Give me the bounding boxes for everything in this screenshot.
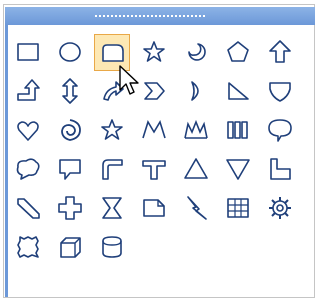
rounded-rectangle-icon xyxy=(102,44,124,62)
shape-bent-up-arrow-button[interactable] xyxy=(10,73,46,110)
table-grid-icon xyxy=(227,198,249,218)
shape-t-shape-button[interactable] xyxy=(136,151,172,188)
shape-corner-shape-button[interactable] xyxy=(94,151,130,188)
shape-zigzag-m-button[interactable] xyxy=(136,112,172,149)
corner-shape-icon xyxy=(102,159,123,180)
shape-hourglass-button[interactable] xyxy=(94,190,130,227)
shape-up-arrow-button[interactable] xyxy=(262,34,298,71)
shape-zigzag-double-button[interactable] xyxy=(178,112,214,149)
shape-ellipse-button[interactable] xyxy=(52,34,88,71)
mouse-pointer-icon xyxy=(119,65,139,95)
drag-grip-icon[interactable] xyxy=(95,15,205,17)
shape-up-down-arrow-button[interactable] xyxy=(52,73,88,110)
pentagon-icon xyxy=(227,41,249,62)
up-down-arrow-icon xyxy=(62,78,78,104)
shape-cube-button[interactable] xyxy=(52,229,88,266)
shape-folded-corner-button[interactable] xyxy=(136,190,172,227)
cylinder-icon xyxy=(102,236,122,258)
heart-icon xyxy=(17,121,39,141)
triangle-corner-icon xyxy=(228,82,249,100)
shape-diagonal-slash-button[interactable] xyxy=(10,190,46,227)
shape-rectangle-button[interactable] xyxy=(10,34,46,71)
speech-bubble-rect-icon xyxy=(59,159,81,180)
shape-lightning-button[interactable] xyxy=(178,190,214,227)
shape-gear-button[interactable] xyxy=(262,190,298,227)
gear-icon xyxy=(269,197,291,219)
lightning-icon xyxy=(187,196,207,220)
folded-corner-icon xyxy=(143,199,165,217)
shape-speech-bubble-oval-button[interactable] xyxy=(262,112,298,149)
star-5-icon xyxy=(143,41,165,62)
shape-l-shape-button[interactable] xyxy=(262,151,298,188)
shape-pentagon-button[interactable] xyxy=(220,34,256,71)
triangle-down-icon xyxy=(226,159,250,180)
shape-plus-cross-button[interactable] xyxy=(52,190,88,227)
shape-triangle-down-button[interactable] xyxy=(220,151,256,188)
moon-swirl-icon xyxy=(188,43,206,61)
t-shape-icon xyxy=(142,160,166,180)
shape-frame-button[interactable] xyxy=(10,229,46,266)
shape-triangle-corner-button[interactable] xyxy=(220,73,256,110)
palette-left-trim xyxy=(5,25,8,297)
diagonal-slash-icon xyxy=(17,198,40,219)
triangle-up-icon xyxy=(184,158,208,179)
shape-star-outline-button[interactable] xyxy=(94,112,130,149)
hourglass-icon xyxy=(102,197,122,219)
shape-triangle-up-button[interactable] xyxy=(178,151,214,188)
shape-moon-swirl-button[interactable] xyxy=(178,34,214,71)
frame-icon xyxy=(17,236,39,258)
thought-bubble-icon xyxy=(16,158,40,180)
cube-icon xyxy=(60,237,81,258)
rectangle-icon xyxy=(17,43,39,61)
zigzag-double-icon xyxy=(184,119,208,139)
shape-swirl-button[interactable] xyxy=(52,112,88,149)
up-arrow-icon xyxy=(269,40,291,63)
shield-icon xyxy=(269,82,291,102)
half-circle-icon xyxy=(191,81,199,101)
swirl-icon xyxy=(61,119,81,141)
bent-up-arrow-icon xyxy=(17,79,40,101)
shape-thought-bubble-button[interactable] xyxy=(10,151,46,188)
shape-speech-bubble-rect-button[interactable] xyxy=(52,151,88,188)
speech-bubble-oval-icon xyxy=(268,119,292,142)
shape-shield-button[interactable] xyxy=(262,73,298,110)
plus-cross-icon xyxy=(58,196,82,220)
star-outline-icon xyxy=(101,119,123,140)
shape-bars-button[interactable] xyxy=(220,112,256,149)
shape-table-grid-button[interactable] xyxy=(220,190,256,227)
shape-half-circle-button[interactable] xyxy=(178,73,214,110)
shape-cylinder-button[interactable] xyxy=(94,229,130,266)
bars-icon xyxy=(227,121,248,139)
zigzag-m-icon xyxy=(142,120,166,139)
palette-title-bar[interactable] xyxy=(5,7,315,25)
ellipse-icon xyxy=(59,42,81,62)
l-shape-icon xyxy=(270,158,291,180)
shape-heart-button[interactable] xyxy=(10,112,46,149)
